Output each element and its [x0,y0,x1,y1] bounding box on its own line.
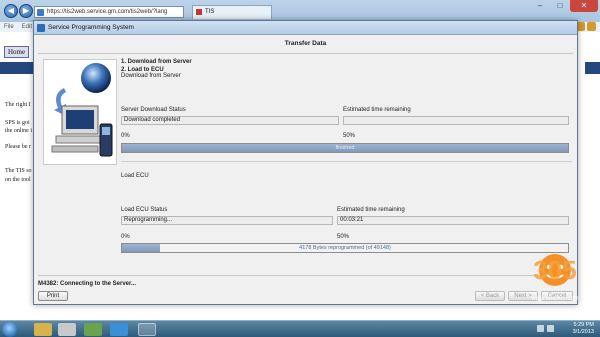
dialog-header: Transfer Data [284,40,327,47]
system-tray [534,325,554,332]
obd365-watermark-logo: 305 www.obd365.com [530,254,579,302]
load-ecu-tick-50: 50% [337,234,350,240]
download-progress-text: finished [335,145,355,151]
address-url: https://tis2web.service.gm.com/tis2web/?… [47,9,168,15]
footer-divider [38,275,573,276]
computer-tech-illustration [43,59,117,165]
download-tick-50: 50% [343,133,356,139]
volume-icon[interactable] [547,325,554,332]
dialog-title-bar: Service Programming System [34,21,577,35]
load-ecu-group: Load ECU Load ECU Status Reprogramming..… [121,173,572,263]
site-favicon-icon [37,9,44,16]
download-time-label: Estimated time remaining [343,107,411,113]
watermark-site: www.obd365.com [530,296,578,302]
tab-favicon-icon [196,9,202,15]
forward-arrow-icon[interactable]: ▶ [19,4,33,18]
browser-tab[interactable]: TIS [192,5,272,19]
load-ecu-progress-text: 4178 Bytes reprogrammed (of 49148) [299,245,391,251]
load-ecu-progress-bar: 4178 Bytes reprogrammed (of 49148) [121,243,569,253]
steps-list: 1. Download from Server 2. Load to ECU [121,58,192,74]
media-taskbar-icon[interactable] [84,323,102,336]
download-group-label: Download from Server [121,73,181,79]
print-button[interactable]: Print [38,291,68,301]
settings-icon[interactable] [587,22,596,31]
page-text: Please be r [5,144,31,150]
download-tick-0: 0% [121,133,130,139]
load-ecu-time-label: Estimated time remaining [337,207,405,213]
explorer-taskbar-icon[interactable] [34,323,52,336]
home-link-button[interactable]: Home [4,46,30,58]
start-button-icon[interactable] [2,322,18,337]
group-divider [121,161,572,162]
app-icon [37,24,45,32]
pc-globe-icon [51,63,113,157]
load-ecu-status-field: Reprogramming... [121,216,333,225]
close-button[interactable]: ✕ [570,0,598,12]
download-progress-bar: finished [121,143,569,153]
page-header-bar-right [585,62,600,74]
taskbar: 5:29 PM 3/1/2013 [0,320,600,337]
load-ecu-tick-0: 0% [121,234,130,240]
minimize-button[interactable]: – [530,0,550,12]
page-text: on the tool [5,177,31,183]
tab-title: TIS [205,9,215,15]
download-time-field [343,116,569,125]
window-controls: – □ ✕ [530,0,598,12]
sps-dialog: Service Programming System Transfer Data… [33,20,578,305]
page-text: the online i [5,128,32,134]
maximize-button[interactable]: □ [550,0,570,12]
app-taskbar-icon[interactable] [58,323,76,336]
clock-time: 5:29 PM [573,322,594,328]
watermark-number: 305 [533,255,576,285]
clock[interactable]: 5:29 PM 3/1/2013 [573,322,594,336]
menu-file[interactable]: File [0,22,18,32]
sps-taskbar-icon[interactable] [138,323,156,336]
load-ecu-status-label: Load ECU Status [121,207,168,213]
header-divider [38,53,573,54]
ie-taskbar-icon[interactable] [110,323,128,336]
dialog-title: Service Programming System [48,24,134,31]
page-text: The right I [5,102,31,108]
step-download: 1. Download from Server [121,59,192,65]
status-message: M4382: Connecting to the Server... [38,281,137,287]
server-download-status-field: Download completed [121,116,339,125]
download-group: Download from Server Server Download Sta… [121,73,572,168]
back-arrow-icon[interactable]: ◀ [4,4,18,18]
page-text: The TIS so [5,168,32,174]
network-icon[interactable] [537,325,544,332]
clock-date: 3/1/2013 [572,329,594,335]
load-ecu-group-label: Load ECU [121,173,149,179]
page-text: SPS is goi [5,120,30,126]
back-button[interactable]: < Back [475,291,505,301]
server-download-status-label: Server Download Status [121,107,186,113]
address-bar[interactable]: https://tis2web.service.gm.com/tis2web/?… [34,6,184,18]
load-ecu-time-field: 00:03:21 [337,216,569,225]
